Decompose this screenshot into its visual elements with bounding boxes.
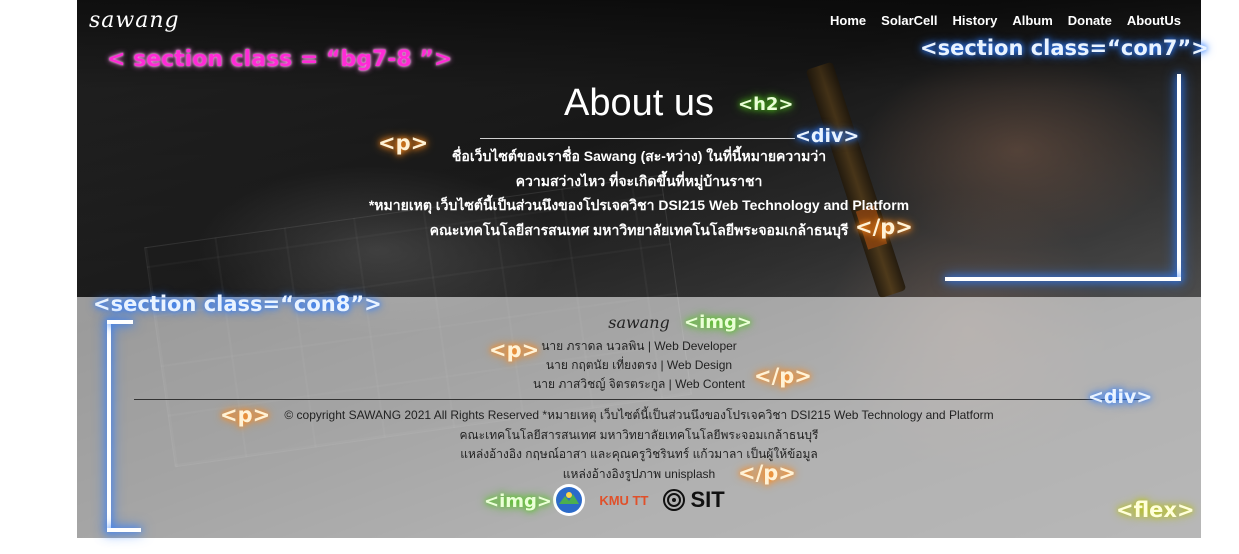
nav-link-aboutus[interactable]: AboutUs [1127,13,1181,28]
nav-link-home[interactable]: Home [830,13,866,28]
annotation-p-close-credit: </p> [738,461,796,485]
team-member: นาย กฤตนัย เที่ยงตรง | Web Design [545,358,733,372]
credit-line: แหล่งอ้างอิง กฤษณ์อาสา และคุณครูวิชรินทร… [460,447,818,461]
page-frame: sawang Home SolarCell History Album Dona… [77,0,1201,538]
partner-logos: KMU TT SIT [77,484,1201,516]
team-member: นาย ภาสวิชญ์ จิตรตระกูล | Web Content [533,377,745,391]
navbar: sawang Home SolarCell History Album Dona… [77,0,1201,40]
annotation-bracket-con7-vertical [1177,74,1181,280]
annotation-p-close-about: </p> [855,215,913,239]
credit-team: นาย ภราดล นวลพิน | Web Developer นาย กฤต… [77,337,1201,394]
nav-link-donate[interactable]: Donate [1068,13,1112,28]
about-title: About us [564,82,714,124]
credit-line: คณะเทคโนโลยีสารสนเทศ มหาวิทยาลัยเทคโนโลย… [459,427,819,442]
about-description: ชื่อเว็บไซต์ของเราชื่อ Sawang (สะ-หว่าง)… [77,144,1201,242]
sit-logo-text: SIT [690,487,725,512]
annotation-p-open-about: <p> [378,131,429,155]
annotation-div-about: <div> [795,125,860,147]
sit-logo: SIT [662,487,725,513]
annotation-bracket-con8-bottom [107,528,141,532]
annotation-img-logos: <img> [484,491,552,512]
about-line: คณะเทคโนโลยีสารสนเทศ มหาวิทยาลัยเทคโนโลย… [429,221,849,238]
annotation-p-close-team: </p> [754,364,812,388]
annotation-p-open-credit: <p> [220,403,271,427]
annotation-h2: <h2> [738,94,794,115]
kmutt-logo: KMU TT [599,492,649,508]
annotation-bracket-con8-vertical [107,320,111,532]
nav-link-solarcell[interactable]: SolarCell [881,13,937,28]
nav-link-album[interactable]: Album [1012,13,1052,28]
credit-line: แหล่งอ้างอิงรูปภาพ unisplash [562,466,716,481]
annotation-img-logo: <img> [684,312,752,333]
credit-divider [134,399,1144,400]
about-divider [480,138,795,139]
annotation-section-con7: <section class=“con7”> [920,36,1209,60]
brand-logo[interactable]: sawang [89,8,180,33]
annotation-section-con8: <section class=“con8”> [93,292,382,316]
annotation-flex: <flex> [1116,498,1195,522]
annotation-div-credit: <div> [1088,386,1153,408]
nav-link-history[interactable]: History [953,13,998,28]
nav-links: Home SolarCell History Album Donate Abou… [830,13,1181,28]
annotation-p-open-team: <p> [489,338,540,362]
annotation-bracket-con7-horizontal [945,277,1181,281]
about-line: *หมายเหตุ เว็บไซต์นี้เป็นส่วนนึงของโปรเจ… [368,197,910,213]
annotation-section-bg: < section class = “bg7-8 ”> [107,47,453,72]
team-member: นาย ภราดล นวลพิน | Web Developer [541,339,737,353]
sit-logo-mark-icon [663,489,686,511]
about-line: ความสว่างไหว ที่จะเกิดขึ้นที่หมู่บ้านราช… [515,172,763,189]
village-logo-icon [553,484,586,516]
annotation-bracket-con8-top [107,320,133,324]
about-line: ชื่อเว็บไซต์ของเราชื่อ Sawang (สะ-หว่าง)… [451,148,827,164]
village-logo-graphic [556,487,583,513]
